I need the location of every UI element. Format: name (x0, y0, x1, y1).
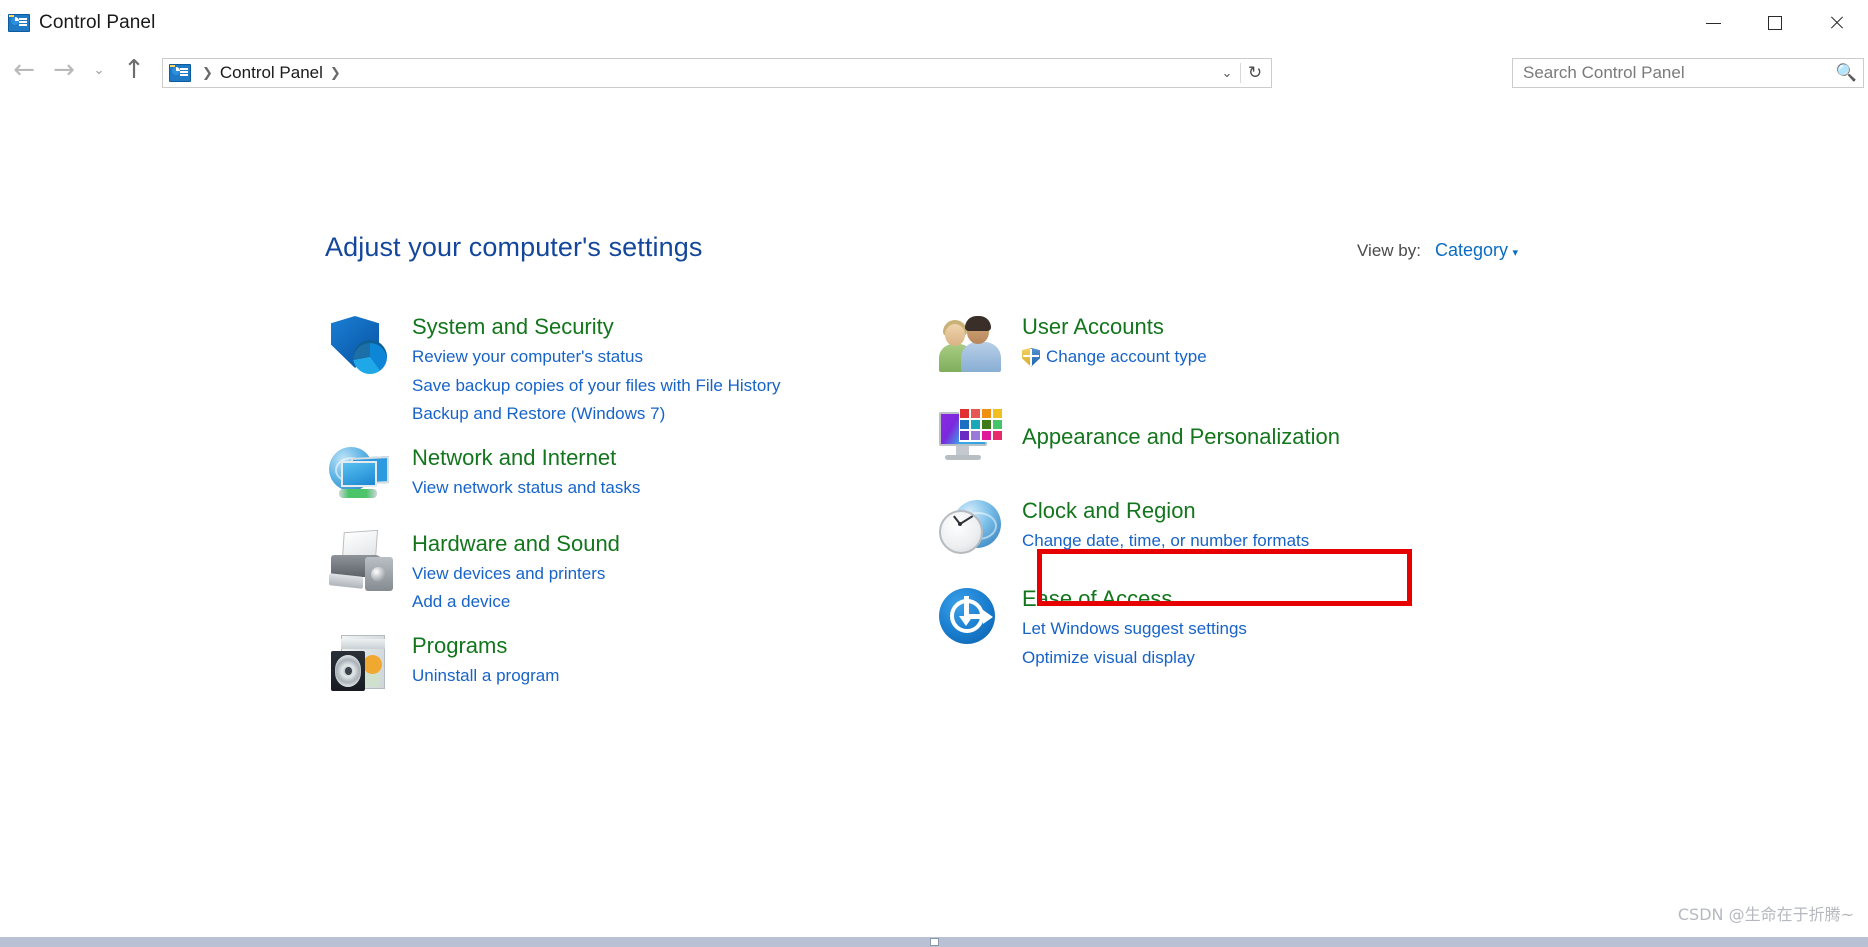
category-task-link[interactable]: Review your computer's status (412, 343, 781, 372)
category-network-and-internet[interactable]: Network and Internet View network status… (325, 443, 885, 515)
forward-button[interactable]: → (44, 50, 84, 90)
breadcrumb-control-panel-icon (169, 64, 191, 82)
control-panel-icon-line (19, 18, 27, 20)
breadcrumb-control-panel[interactable]: Control Panel (220, 63, 323, 83)
category-column-right: User Accounts Change account type Appear… (935, 312, 1495, 680)
recent-locations-button[interactable]: ⌄ (84, 50, 114, 90)
view-by-value[interactable]: Category (1435, 240, 1508, 260)
category-task-link-label: Change account type (1046, 346, 1207, 366)
category-title-link[interactable]: Appearance and Personalization (1022, 424, 1340, 450)
address-dropdown-button[interactable]: ⌄ (1214, 66, 1240, 81)
category-column-left: System and Security Review your computer… (325, 312, 885, 711)
category-title-link[interactable]: System and Security (412, 314, 614, 340)
category-task-link-change-account-type[interactable]: Change account type (1022, 343, 1207, 372)
window-title: Control Panel (39, 12, 156, 33)
control-panel-icon-pie (172, 67, 180, 75)
search-input[interactable] (1521, 62, 1836, 84)
category-title-link[interactable]: Programs (412, 633, 507, 659)
control-panel-icon-line (180, 68, 188, 70)
category-system-and-security[interactable]: System and Security Review your computer… (325, 312, 885, 429)
category-body: Programs Uninstall a program (400, 631, 559, 703)
close-button[interactable] (1806, 0, 1868, 46)
ease-of-access-icon[interactable] (935, 584, 1010, 656)
window-controls (1682, 0, 1868, 46)
breadcrumb-separator-icon[interactable]: ❯ (323, 66, 348, 81)
refresh-button[interactable]: ↻ (1241, 63, 1269, 83)
category-task-link[interactable]: View devices and printers (412, 560, 620, 589)
page-title: Adjust your computer's settings (325, 232, 703, 262)
address-bar-right-controls: ⌄ ↻ (1214, 63, 1269, 83)
category-body: System and Security Review your computer… (400, 312, 781, 429)
watermark-text: CSDN @生命在于折腾~ (1677, 905, 1854, 924)
category-task-link[interactable]: Add a device (412, 588, 620, 617)
title-bar: Control Panel (0, 0, 1868, 46)
control-panel-icon-pie (11, 17, 19, 25)
category-body: Network and Internet View network status… (400, 443, 640, 515)
view-by-label: View by: (1357, 241, 1421, 260)
category-user-accounts[interactable]: User Accounts Change account type (935, 312, 1495, 384)
address-bar[interactable]: ❯ Control Panel ❯ ⌄ ↻ (162, 58, 1272, 88)
control-panel-icon-line (180, 71, 188, 73)
category-task-link[interactable]: Optimize visual display (1022, 644, 1247, 673)
shield-security-icon[interactable] (325, 312, 400, 384)
chevron-down-icon: ⌄ (93, 62, 105, 78)
appearance-monitor-icon[interactable] (935, 402, 1010, 474)
view-by-control: View by: Category ▾ (1357, 240, 1518, 261)
category-title-link[interactable]: Hardware and Sound (412, 531, 620, 557)
user-accounts-icon[interactable] (935, 312, 1010, 384)
up-arrow-icon: ↑ (123, 55, 145, 85)
clock-region-icon[interactable] (935, 496, 1010, 568)
maximize-button[interactable] (1744, 0, 1806, 46)
category-body: Hardware and Sound View devices and prin… (400, 529, 620, 617)
up-one-level-button[interactable]: ↑ (114, 50, 154, 90)
control-panel-icon-line (180, 74, 188, 76)
back-arrow-icon: ← (13, 55, 35, 85)
breadcrumb-separator-icon[interactable]: ❯ (195, 66, 220, 81)
minimize-icon (1705, 22, 1721, 24)
status-bar-marker (930, 938, 939, 946)
category-task-link[interactable]: Let Windows suggest settings (1022, 615, 1247, 644)
annotation-highlight-rectangle (1037, 549, 1412, 606)
status-bar (0, 937, 1868, 947)
category-task-link-change-date-time[interactable]: Change date, time, or number formats (1022, 527, 1309, 556)
search-icon[interactable]: 🔍 (1836, 63, 1857, 83)
category-task-link[interactable]: View network status and tasks (412, 474, 640, 503)
category-task-link[interactable]: Save backup copies of your files with Fi… (412, 372, 781, 401)
category-body: Appearance and Personalization (1010, 402, 1340, 474)
chevron-down-icon[interactable]: ▾ (1512, 246, 1518, 259)
category-title-link[interactable]: Network and Internet (412, 445, 616, 471)
category-body: User Accounts Change account type (1010, 312, 1207, 384)
view-by-selector[interactable]: Category ▾ (1435, 240, 1518, 261)
forward-arrow-icon: → (53, 55, 75, 85)
control-panel-icon-line (19, 24, 27, 26)
title-bar-left: Control Panel (0, 12, 155, 34)
category-hardware-and-sound[interactable]: Hardware and Sound View devices and prin… (325, 529, 885, 617)
search-box[interactable]: 🔍 (1512, 58, 1864, 88)
category-title-link[interactable]: Clock and Region (1022, 498, 1196, 524)
minimize-button[interactable] (1682, 0, 1744, 46)
category-appearance-and-personalization[interactable]: Appearance and Personalization (935, 402, 1495, 474)
uac-shield-icon (1022, 347, 1040, 367)
network-globe-icon[interactable] (325, 443, 400, 515)
category-title-link[interactable]: User Accounts (1022, 314, 1164, 340)
content-area: Adjust your computer's settings View by:… (0, 94, 1868, 937)
programs-disc-icon[interactable] (325, 631, 400, 703)
category-task-link[interactable]: Uninstall a program (412, 662, 559, 691)
control-panel-icon-line (19, 21, 27, 23)
control-panel-icon (8, 14, 30, 32)
maximize-icon (1768, 16, 1782, 30)
category-task-link[interactable]: Backup and Restore (Windows 7) (412, 400, 781, 429)
back-button[interactable]: ← (4, 50, 44, 90)
close-icon (1829, 15, 1845, 31)
category-programs[interactable]: Programs Uninstall a program (325, 631, 885, 703)
printer-icon[interactable] (325, 529, 400, 601)
